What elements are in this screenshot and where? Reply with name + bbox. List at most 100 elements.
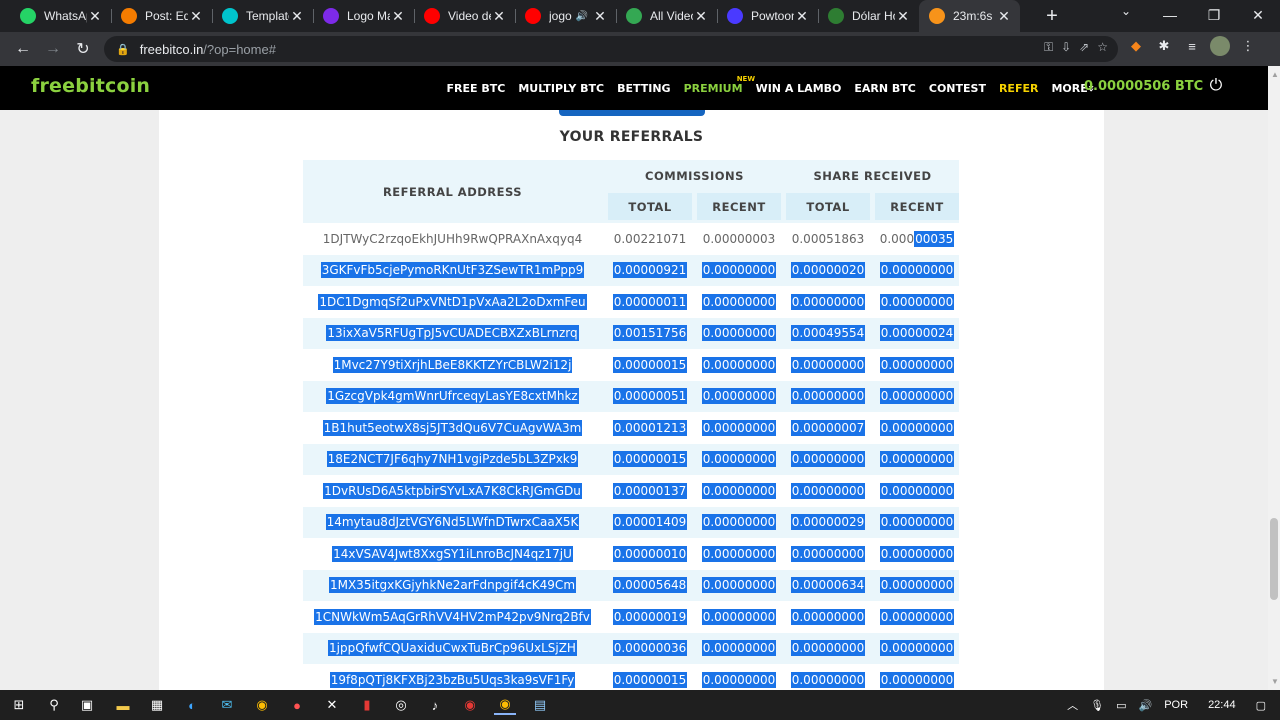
calculator-icon[interactable]: ▦: [146, 695, 168, 715]
browser-tab[interactable]: jogo 🔊 ✕: [515, 0, 616, 32]
browser-tab[interactable]: Post: Edit✕: [111, 0, 212, 32]
minimize-icon[interactable]: —: [1148, 0, 1192, 30]
mail-icon[interactable]: ✉: [216, 695, 238, 715]
referral-address[interactable]: 1DC1DgmqSf2uPxVNtD1pVxAa2L2oDxmFeu: [303, 286, 602, 318]
capcut-icon[interactable]: ✕: [321, 695, 343, 715]
referral-address[interactable]: 1Mvc27Y9tiXrjhLBeE8KKTZYrCBLW2i12j: [303, 349, 602, 381]
close-tab-icon[interactable]: ✕: [390, 8, 406, 25]
scroll-down-icon[interactable]: ▼: [1271, 677, 1279, 686]
menu-item-premium[interactable]: PREMIUM NEW: [677, 75, 755, 95]
app-icon[interactable]: ●: [286, 695, 308, 715]
microphone-icon[interactable]: 🎙: [1084, 699, 1110, 712]
chevron-up-icon[interactable]: ︿: [1061, 697, 1084, 713]
close-tab-icon[interactable]: ✕: [996, 8, 1012, 25]
menu-item-earn-btc[interactable]: EARN BTC: [848, 82, 923, 95]
app-icon[interactable]: ▮: [356, 695, 378, 715]
obs-icon[interactable]: ◎: [390, 695, 412, 715]
menu-item-betting[interactable]: BETTING: [611, 82, 678, 95]
page-scrollbar[interactable]: ▲ ▼: [1268, 66, 1280, 690]
share-total-text: 0.00000000: [790, 451, 866, 468]
header-share-received: SHARE RECEIVED: [813, 169, 932, 183]
lock-icon[interactable]: 🔒: [116, 43, 130, 56]
reading-list-icon[interactable]: ≡: [1182, 36, 1202, 56]
tiktok-icon[interactable]: ♪: [424, 695, 446, 715]
share-icon[interactable]: ⇗: [1079, 40, 1089, 55]
chrome-icon[interactable]: ◉: [251, 695, 273, 715]
referral-address[interactable]: 1B1hut5eotwX8sj5JT3dQu6V7CuAgvWA3m: [303, 412, 602, 444]
key-icon[interactable]: ⚿: [1044, 40, 1053, 55]
forward-icon[interactable]: →: [38, 40, 68, 58]
referral-address[interactable]: 14mytau8dJztVGY6Nd5LWfnDTwrxCaaX5K: [303, 507, 602, 539]
referral-address[interactable]: 1DvRUsD6A5ktpbirSYvLxA7K8CkRJGmGDu: [303, 475, 602, 507]
search-icon[interactable]: ⚲: [43, 695, 65, 715]
close-tab-icon[interactable]: ✕: [289, 8, 305, 25]
menu-item-refer[interactable]: REFER: [992, 82, 1044, 95]
speaker-icon[interactable]: 🔊: [576, 11, 588, 22]
close-tab-icon[interactable]: ✕: [188, 8, 204, 25]
notification-icon[interactable]: ▢: [1250, 699, 1280, 712]
menu-item-win-a-lambo[interactable]: WIN A LAMBO: [749, 82, 848, 95]
menu-item-multiply-btc[interactable]: MULTIPLY BTC: [512, 82, 611, 95]
recorder-icon[interactable]: ◉: [459, 695, 481, 715]
install-icon[interactable]: ⇩: [1061, 40, 1071, 55]
browser-tab[interactable]: Video de ✕: [414, 0, 515, 32]
windows-start-icon[interactable]: ⊞: [8, 695, 30, 715]
restore-icon[interactable]: ❐: [1192, 0, 1236, 30]
browser-tab[interactable]: 23m:6s ✕: [919, 0, 1020, 32]
power-icon[interactable]: ⏻: [1206, 77, 1226, 97]
close-tab-icon[interactable]: ✕: [491, 8, 507, 25]
back-icon[interactable]: ←: [8, 40, 38, 58]
close-tab-icon[interactable]: ✕: [87, 8, 103, 25]
commission-total-text: 0.00151756: [612, 325, 688, 342]
close-tab-icon[interactable]: ✕: [794, 8, 810, 25]
referral-address[interactable]: 1jppQfwfCQUaxiduCwxTuBrCp96UxLSjZH: [303, 633, 602, 665]
tab-search-icon[interactable]: ⌄: [1116, 4, 1136, 18]
language-indicator[interactable]: POR: [1158, 699, 1194, 711]
referral-address[interactable]: 1MX35itgxKGjyhkNe2arFdnpgif4cK49Cm: [303, 570, 602, 602]
close-window-icon[interactable]: ✕: [1236, 0, 1280, 30]
share-total: 0.00000000: [786, 475, 870, 507]
browser-tab[interactable]: All Video ✕: [616, 0, 717, 32]
referral-address[interactable]: 19f8pQTj8KFXBj23bzBu5Uqs3ka9sVF1Fy: [303, 664, 602, 690]
tab-title: Video de: [448, 9, 491, 23]
close-tab-icon[interactable]: ✕: [895, 8, 911, 25]
volume-icon[interactable]: 🔊: [1133, 699, 1159, 712]
puzzle-icon[interactable]: ✱: [1154, 36, 1174, 56]
browser-tab[interactable]: Template✕: [212, 0, 313, 32]
menu-item-contest[interactable]: CONTEST: [922, 82, 992, 95]
browser-tab[interactable]: Dólar Hoje✕: [818, 0, 919, 32]
chrome-active-icon[interactable]: ◉: [494, 695, 516, 715]
avatar[interactable]: [1210, 36, 1230, 56]
share-recent-text: 0.00000000: [879, 451, 955, 468]
menu-item-free-btc[interactable]: FREE BTC: [440, 82, 512, 95]
referral-address[interactable]: 1DJTWyC2rzqoEkhJUHh9RwQPRAXnAxqyq4: [303, 223, 602, 255]
site-logo[interactable]: freebitcoin: [31, 75, 150, 97]
referral-address[interactable]: 18E2NCT7JF6qhy7NH1vgiPzde5bL3ZPxk9: [303, 444, 602, 476]
metamask-icon[interactable]: ◆: [1126, 36, 1146, 56]
referral-address[interactable]: 14xVSAV4Jwt8XxgSY1iLnroBcJN4qz17jU: [303, 538, 602, 570]
referral-address[interactable]: 3GKFvFb5cjePymoRKnUtF3ZSewTR1mPpp9: [303, 255, 602, 287]
browser-tab[interactable]: Logo Maker✕: [313, 0, 414, 32]
reload-icon[interactable]: ↻: [68, 39, 98, 59]
new-tab-button[interactable]: +: [1038, 2, 1066, 30]
address-bar[interactable]: 🔒 freebitco.in/?op=home# ⚿ ⇩ ⇗ ☆: [104, 36, 1118, 62]
share-total: 0.00000000: [786, 601, 870, 633]
bookmark-star-icon[interactable]: ☆: [1097, 40, 1108, 55]
browser-tab[interactable]: Powtoon ✕: [717, 0, 818, 32]
clock[interactable]: 22:44: [1194, 699, 1250, 711]
share-recent-text: 0.00000000: [879, 577, 955, 594]
chrome-menu-icon[interactable]: ⋮: [1238, 36, 1258, 56]
referral-address[interactable]: 13ixXaV5RFUgTpJ5vCUADECBXZxBLrnzrq: [303, 318, 602, 350]
task-view-icon[interactable]: ▣: [76, 695, 98, 715]
notepad-icon[interactable]: ▤: [529, 695, 551, 715]
close-tab-icon[interactable]: ✕: [592, 8, 608, 25]
referral-address[interactable]: 1CNWkWm5AqGrRhVV4HV2mP42pv9Nrq2Bfv: [303, 601, 602, 633]
close-tab-icon[interactable]: ✕: [693, 8, 709, 25]
referral-address[interactable]: 1GzcgVpk4gmWnrUfrceqyLasYE8cxtMhkz: [303, 381, 602, 413]
scroll-up-icon[interactable]: ▲: [1271, 70, 1279, 79]
file-explorer-icon[interactable]: ▬: [112, 695, 134, 715]
edge-icon[interactable]: ◐: [181, 695, 203, 715]
browser-tab[interactable]: WhatsApp✕: [10, 0, 111, 32]
network-icon[interactable]: ▭: [1110, 699, 1132, 712]
scrollbar-thumb[interactable]: [1270, 518, 1278, 600]
